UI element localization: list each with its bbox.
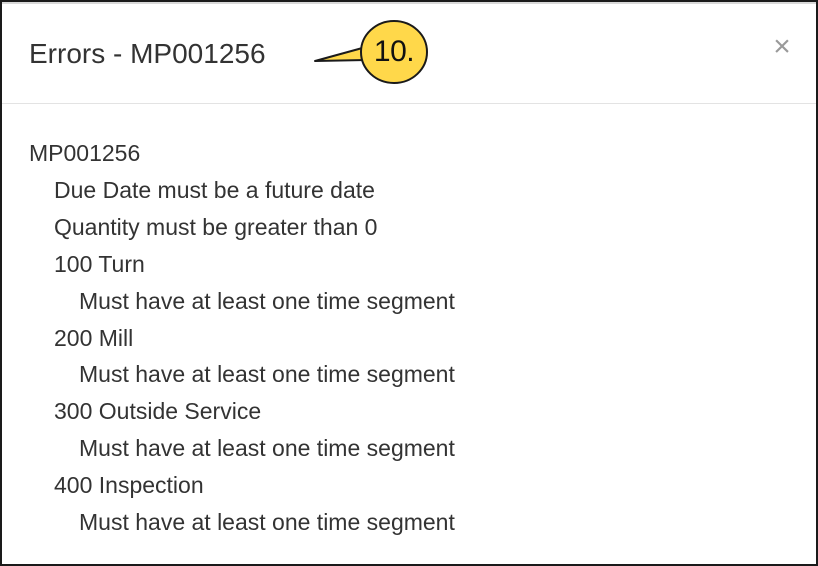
callout-pointer bbox=[314, 46, 367, 62]
operation-error: Must have at least one time segment bbox=[79, 361, 455, 388]
job-id: MP001256 bbox=[29, 140, 141, 166]
operation-name: 400 Inspection bbox=[54, 472, 204, 499]
errors-dialog: Errors - MP001256 × 10. MP001256 Due Dat… bbox=[0, 0, 818, 566]
operation-name: 200 Mill bbox=[54, 324, 134, 351]
operation-error: Must have at least one time segment bbox=[79, 435, 455, 462]
operation-error: Must have at least one time segment bbox=[79, 509, 455, 536]
dialog-body: MP001256 Due Date must be a future date … bbox=[29, 135, 789, 541]
close-icon[interactable]: × bbox=[768, 32, 796, 62]
operation-name: 300 Outside Service bbox=[54, 398, 262, 425]
callout-label: 10. bbox=[373, 35, 415, 68]
job-error: Quantity must be greater than 0 bbox=[54, 213, 378, 240]
job-error: Due Date must be a future date bbox=[54, 176, 375, 203]
operation-error: Must have at least one time segment bbox=[79, 287, 455, 314]
operation-name: 100 Turn bbox=[54, 250, 145, 277]
dialog-title: Errors - MP001256 bbox=[29, 38, 266, 69]
